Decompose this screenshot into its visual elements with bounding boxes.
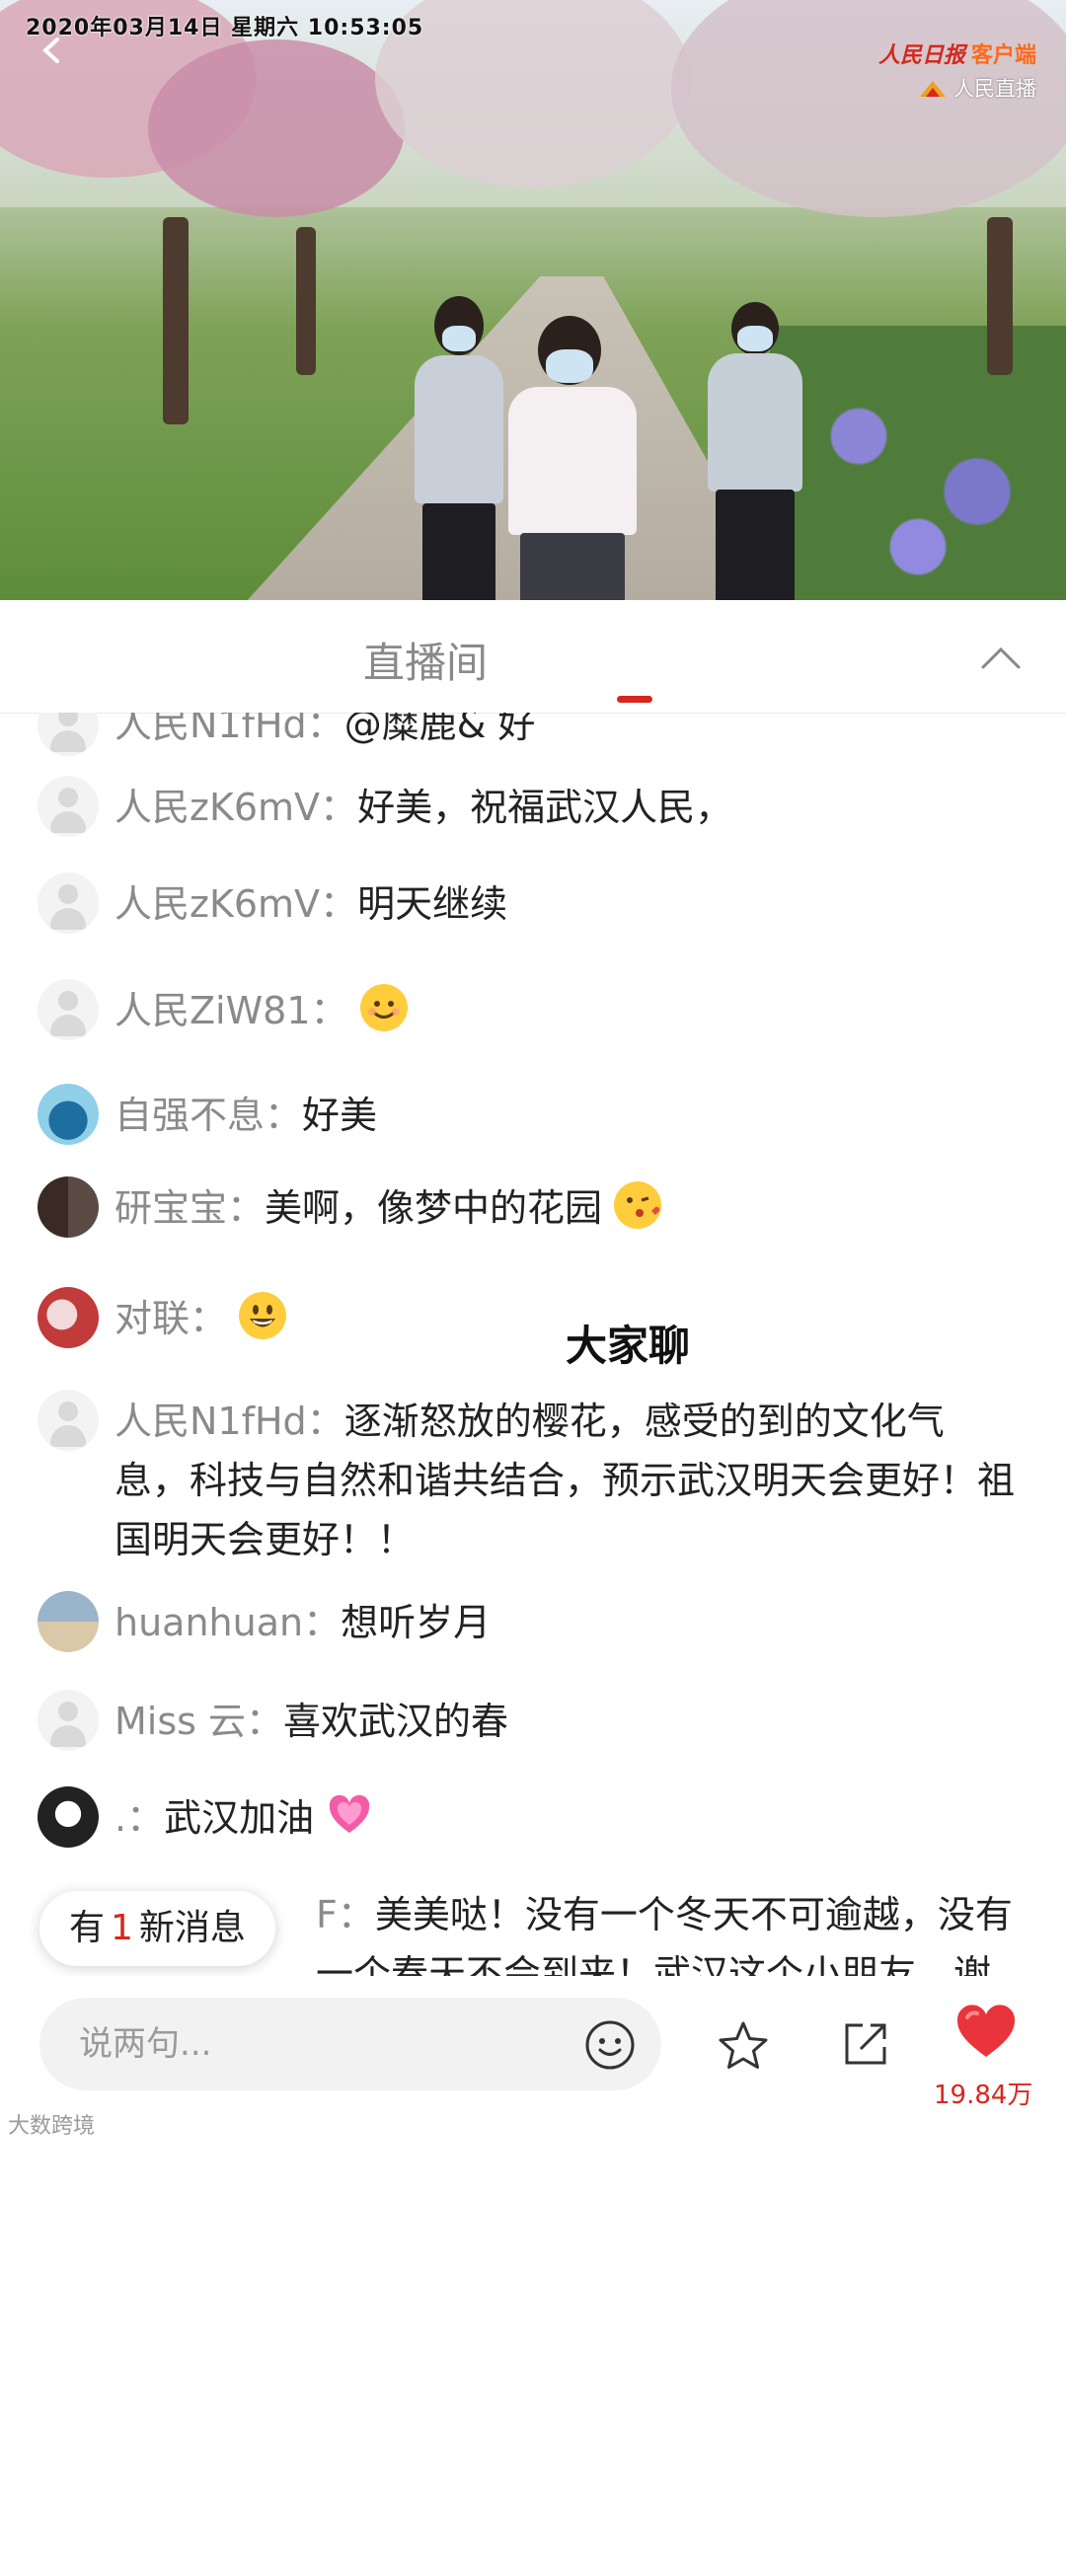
chat-text: 好美 (302, 1094, 378, 1137)
video-timestamp: 2020年03月14日 星期六 10:53:05 (26, 16, 424, 40)
avatar[interactable] (38, 1390, 99, 1451)
avatar[interactable] (38, 1690, 99, 1751)
chat-username[interactable]: 研宝宝： (114, 1186, 265, 1230)
avatar[interactable] (38, 872, 99, 934)
kissing-face-icon (614, 1181, 662, 1229)
chat-username[interactable]: 人民zK6mV： (114, 882, 357, 926)
tab-live-room[interactable]: 直播间 (363, 630, 488, 690)
star-icon[interactable] (717, 2019, 770, 2073)
avatar[interactable] (38, 1786, 99, 1848)
chat-text: 明天继续 (357, 882, 508, 926)
chat-username[interactable]: 自强不息： (114, 1094, 302, 1137)
avatar[interactable] (38, 1591, 99, 1652)
flower-bed (770, 326, 1066, 600)
person-center (498, 296, 647, 600)
brand-logo: 人民日报 客户端 人民直播 (878, 38, 1036, 103)
chat-text: @糜鹿& 好 (343, 713, 536, 746)
chat-text: 喜欢武汉的春 (283, 1700, 509, 1743)
back-arrow-icon[interactable] (39, 38, 65, 63)
avatar[interactable] (38, 776, 99, 837)
live-logo-icon (920, 81, 946, 97)
chat-username[interactable]: Miss 云： (114, 1700, 283, 1743)
chat-username[interactable]: 人民N1fHd： (114, 1400, 344, 1443)
likes-count: 19.84万 (934, 2081, 1033, 2110)
chat-list[interactable]: 人民N1fHd：@糜鹿& 好 人民zK6mV：好美，祝福武汉人民， 人民zK6m… (0, 713, 1066, 1976)
tab-active-indicator (617, 696, 652, 703)
chat-text: 美啊，像梦中的花园 (265, 1186, 603, 1230)
tree-trunk (163, 217, 189, 424)
chat-username[interactable]: huanhuan： (114, 1601, 341, 1644)
bottom-bar: 说两句... 19.84万 (0, 1976, 1066, 2144)
avatar[interactable] (38, 1176, 99, 1238)
avatar[interactable] (38, 1084, 99, 1145)
smiling-face-icon (359, 984, 408, 1031)
new-messages-prefix: 有 (69, 1908, 106, 1948)
tab-bar: 直播间 大家聊 (0, 600, 1066, 1370)
brand-live: 人民直播 (953, 77, 1036, 101)
watermark: 大数跨境 (8, 2114, 96, 2139)
tree-trunk (987, 217, 1013, 375)
share-icon[interactable] (841, 2019, 890, 2069)
chat-text: 想听岁月 (341, 1601, 492, 1644)
avatar[interactable] (38, 713, 99, 756)
comment-input[interactable]: 说两句... (39, 1998, 661, 2090)
live-video-player[interactable]: 2020年03月14日 星期六 10:53:05 人民日报 客户端 人民直播 (0, 0, 1066, 600)
person-left (395, 266, 513, 600)
avatar[interactable] (38, 1287, 99, 1348)
chat-username[interactable]: 人民N1fHd： (114, 713, 344, 746)
chat-text: 美美哒！没有一个冬天不可逾越，没有一个春天不会到来！武汉这个小朋友，谢谢 (316, 1893, 1013, 1976)
chat-username[interactable]: 对联： (114, 1297, 227, 1340)
chevron-up-icon[interactable] (979, 644, 1023, 673)
brand-name: 人民日报 (877, 43, 965, 68)
avatar[interactable] (38, 979, 99, 1040)
blossom-tree (148, 39, 405, 217)
chat-username[interactable]: 人民ZiW81： (114, 989, 348, 1032)
comment-placeholder: 说两句... (79, 2024, 212, 2064)
new-messages-count: 1 (111, 1908, 133, 1948)
chat-username[interactable]: F： (316, 1893, 375, 1936)
person-right (696, 296, 814, 600)
chat-username[interactable]: 人民zK6mV： (114, 786, 357, 829)
tree-trunk (296, 227, 316, 375)
brand-client: 客户端 (970, 43, 1036, 68)
new-messages-suffix: 新消息 (138, 1908, 246, 1948)
chat-text: 武汉加油 (164, 1796, 315, 1840)
sparkling-heart-icon (326, 1791, 373, 1839)
chat-username[interactable]: .： (114, 1796, 164, 1840)
chat-text: 好美，祝福武汉人民， (357, 786, 733, 829)
new-messages-button[interactable]: 有 1 新消息 (39, 1891, 275, 1966)
emoji-face-icon[interactable] (584, 2019, 636, 2071)
heart-like-icon[interactable] (955, 2004, 1017, 2059)
grinning-face-icon (239, 1292, 287, 1339)
